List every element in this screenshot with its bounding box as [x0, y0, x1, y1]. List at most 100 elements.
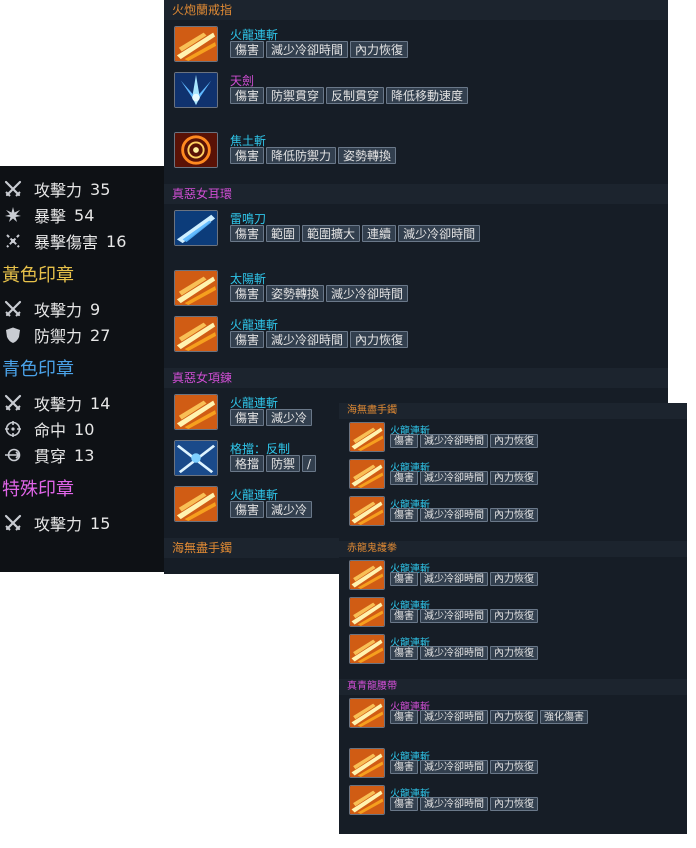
fire-slash-icon [349, 597, 385, 627]
skill-tag: 內力恢復 [490, 434, 538, 448]
skill-tag: 傷害 [230, 409, 265, 426]
skill-tags: 傷害 減少冷卻時間 內力恢復 [390, 609, 650, 623]
skill-tag: 傷害 [230, 225, 265, 242]
skill-tag: 減少冷卻時間 [326, 285, 409, 302]
stat-row: 攻擊力 15 [4, 512, 110, 534]
fire-slash-icon [174, 394, 218, 430]
skill-panel-bracelet-gloves-belt: 海無盡手鐲 火龍連斬 傷害 減少冷卻時間 內力恢復 火龍連斬 傷害 減少冷卻時間 內力恢復 火龍連… [339, 403, 687, 834]
skill-tag: 減少冷卻時間 [266, 331, 349, 348]
fire-slash-icon [174, 26, 218, 62]
fire-slash-icon [349, 698, 385, 728]
skill-tag: 降低防禦力 [266, 147, 337, 164]
skill-tags: 傷害 減少冷卻時間 內力恢復 [390, 572, 650, 586]
stat-name: 命中 [34, 421, 67, 440]
stat-value: 10 [74, 419, 95, 439]
skill-tag: 內力恢復 [350, 331, 409, 348]
skill-tags: 傷害 降低防禦力 姿勢轉換 [230, 147, 530, 164]
skill-tag: 減少冷卻時間 [398, 225, 481, 242]
skill-tag: 減少冷卻時間 [420, 508, 488, 522]
skill-tag: 減少冷卻時間 [420, 609, 488, 623]
skill-tag: 傷害 [390, 646, 418, 660]
stat-row: 命中 10 [4, 418, 94, 440]
stat-row: 暴擊傷害 16 [4, 230, 126, 252]
stat-name: 防禦力 [34, 327, 83, 346]
fire-slash-icon [349, 496, 385, 526]
block-counter-icon [174, 440, 218, 476]
pierce-icon [4, 446, 22, 464]
skill-tag: 減少冷 [266, 409, 313, 426]
skill-tag: 減少冷卻時間 [420, 797, 488, 811]
skill-tag: 傷害 [390, 609, 418, 623]
stat-value: 15 [90, 513, 111, 533]
skill-tags: 傷害 減少冷卻時間 內力恢復 [230, 41, 530, 58]
stat-name: 攻擊力 [34, 395, 83, 414]
skill-tag: 傷害 [230, 41, 265, 58]
skill-tag: 減少冷卻時間 [420, 471, 488, 485]
crossed-swords-icon [4, 514, 22, 532]
skill-tag: 內力恢復 [490, 797, 538, 811]
skill-tags: 傷害 範圍 範圍擴大 連續 減少冷卻時間 [230, 225, 530, 242]
skill-tag: 傷害 [390, 508, 418, 522]
skill-tag: 傷害 [230, 87, 265, 104]
shield-icon [4, 326, 22, 344]
skill-tag: 傷害 [390, 760, 418, 774]
stat-value: 54 [74, 205, 95, 225]
stat-row: 攻擊力 14 [4, 392, 110, 414]
stat-value: 14 [90, 393, 111, 413]
equipment-title: 赤龍鬼護拳 [339, 541, 687, 557]
skill-tag: 內力恢復 [490, 508, 538, 522]
stat-value: 16 [106, 231, 127, 251]
stat-name: 攻擊力 [34, 181, 83, 200]
skill-tag: 連續 [362, 225, 397, 242]
skill-tag: 內力恢復 [490, 646, 538, 660]
skill-tag: 減少冷卻時間 [420, 434, 488, 448]
skill-tag: 降低移動速度 [386, 87, 469, 104]
equipment-title: 真惡女耳環 [164, 184, 668, 204]
stat-name: 攻擊力 [34, 301, 83, 320]
skill-tag: 格擋 [230, 455, 265, 472]
skill-tag: 減少冷卻時間 [420, 572, 488, 586]
crosshair-icon [4, 420, 22, 438]
equipment-title: 火炮蘭戒指 [164, 0, 668, 20]
skill-tag: 內力恢復 [350, 41, 409, 58]
special-seal-title: 特殊印章 [2, 479, 74, 500]
burst-icon [4, 206, 22, 224]
stat-name: 暴擊傷害 [34, 233, 99, 252]
skill-tag: / [302, 455, 317, 472]
fire-slash-icon [349, 422, 385, 452]
skill-tag: 姿勢轉換 [266, 285, 325, 302]
skill-tag: 內力恢復 [490, 760, 538, 774]
skill-tag: 內力恢復 [490, 572, 538, 586]
skill-tag: 內力恢復 [490, 710, 538, 724]
stat-row: 暴擊 54 [4, 204, 94, 226]
stat-name: 攻擊力 [34, 515, 83, 534]
skill-tag: 防禦貫穿 [266, 87, 325, 104]
crossed-swords-icon [4, 300, 22, 318]
stat-name: 暴擊 [34, 207, 67, 226]
skill-tags: 傷害 減少冷卻時間 內力恢復 [390, 508, 650, 522]
skill-tag: 減少冷卻時間 [420, 760, 488, 774]
skill-tag: 減少冷 [266, 501, 313, 518]
stat-row: 攻擊力 35 [4, 178, 110, 200]
skill-tag: 內力恢復 [490, 471, 538, 485]
fire-slash-icon [349, 748, 385, 778]
fire-slash-icon [349, 634, 385, 664]
fire-slash-icon [174, 486, 218, 522]
equipment-title: 真青龍腰帶 [339, 679, 687, 695]
blue-seal-title: 青色印章 [2, 359, 74, 380]
skill-tag: 傷害 [230, 501, 265, 518]
thunder-blade-icon [174, 210, 218, 246]
stat-row: 貫穿 13 [4, 444, 94, 466]
skill-tag: 傷害 [390, 471, 418, 485]
skill-tag: 減少冷卻時間 [266, 41, 349, 58]
equipment-title: 真惡女項鍊 [164, 368, 668, 388]
stat-name: 貫穿 [34, 447, 67, 466]
skill-tag: 傷害 [390, 710, 418, 724]
skill-tag: 姿勢轉換 [338, 147, 397, 164]
skill-tags: 傷害 減少冷卻時間 內力恢復 [230, 331, 530, 348]
crit-damage-icon [4, 232, 22, 250]
skill-tag: 強化傷害 [540, 710, 588, 724]
skill-tags: 傷害 減少冷卻時間 內力恢復 [390, 797, 650, 811]
fire-slash-icon [349, 560, 385, 590]
skill-tags: 傷害 姿勢轉換 減少冷卻時間 [230, 285, 530, 302]
